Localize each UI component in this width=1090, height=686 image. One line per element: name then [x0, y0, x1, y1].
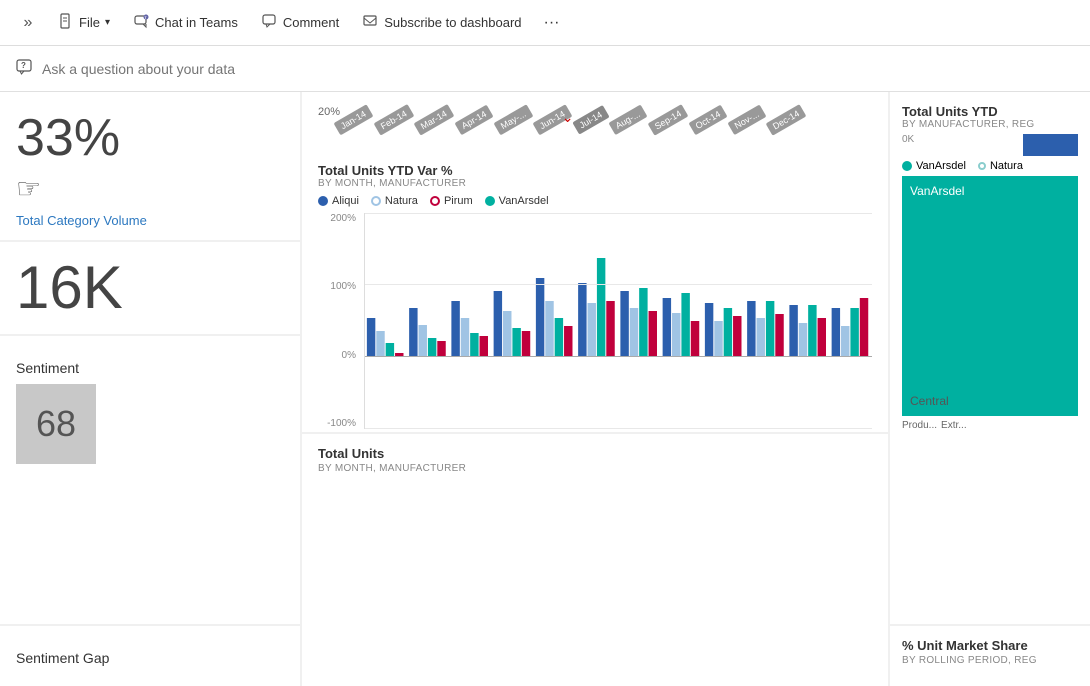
ok-label: 0K — [902, 134, 914, 145]
file-button[interactable]: File ▾ — [48, 7, 120, 38]
qa-input[interactable] — [42, 61, 1074, 77]
aliqui-label: Aliqui — [332, 195, 359, 207]
total-units-tile[interactable]: Total Units BY MONTH, MANUFACTURER — [302, 434, 888, 686]
subscribe-icon — [363, 13, 379, 32]
cursor-marker: ⌄ — [562, 109, 574, 126]
sentiment-box: 68 — [16, 384, 96, 464]
total-category-volume-value: 33% — [16, 112, 120, 164]
month-chip-oct[interactable]: Oct-14 — [688, 105, 727, 136]
bars-svg — [365, 213, 872, 429]
subscribe-button[interactable]: Subscribe to dashboard — [353, 7, 531, 38]
natura-dot — [371, 196, 381, 206]
month-chip-mar[interactable]: Mar-14 — [414, 104, 454, 135]
legend-aliqui: Aliqui — [318, 195, 359, 207]
month-chip-sep[interactable]: Sep-14 — [647, 104, 688, 136]
sentiment-value: 68 — [36, 403, 76, 445]
month-chip-jul[interactable]: Jul-14 — [572, 105, 609, 134]
legend-natura: Natura — [371, 195, 418, 207]
y-label-neg100: -100% — [327, 418, 356, 429]
qa-bar: ? — [0, 46, 1090, 92]
pirum-dot — [430, 196, 440, 206]
bar-chart: 200% 100% 0% -100% — [318, 213, 872, 432]
right-legend: VanArsdel Natura — [902, 160, 1078, 172]
total-units-title: Total Units — [318, 446, 872, 461]
month-chip-apr[interactable]: Apr-14 — [454, 105, 493, 136]
sentiment-gap-tile[interactable]: Sentiment Gap — [0, 626, 300, 686]
chart-legend: Aliqui Natura Pirum VanArsdel — [318, 195, 872, 207]
sentiment-gap-label: Sentiment Gap — [16, 650, 284, 666]
month-chip-nov[interactable]: Nov-... — [727, 105, 766, 135]
y-label-0: 0% — [342, 350, 356, 361]
cursor-icon: ☞ — [16, 172, 120, 205]
total-category-volume-tile[interactable]: 33% ☞ Total Category Volume — [0, 92, 300, 240]
comment-icon — [262, 13, 278, 32]
produ-label: Produ... — [902, 420, 937, 431]
product-labels: Produ... Extr... — [902, 420, 1078, 431]
teams-icon: T — [134, 13, 150, 32]
blue-bar — [1023, 134, 1078, 156]
y-label-200: 200% — [330, 213, 356, 224]
file-icon — [58, 13, 74, 32]
aliqui-dot — [318, 196, 328, 206]
dashboard: 33% ☞ Total Category Volume 16K Sentimen… — [0, 92, 1090, 686]
vanarsdel-dot — [485, 196, 495, 206]
right-natura-dot — [978, 162, 986, 170]
chat-in-teams-label: Chat in Teams — [155, 15, 238, 30]
right-legend-natura: Natura — [978, 160, 1023, 172]
sentiment-label: Sentiment — [16, 360, 284, 376]
total-units-ytd-tile[interactable]: Total Units YTD BY MANUFACTURER, REG 0K … — [890, 92, 1090, 624]
right-panel: Total Units YTD BY MANUFACTURER, REG 0K … — [890, 92, 1090, 686]
central-bar-label: Central — [910, 394, 949, 408]
big-number-tile[interactable]: 16K — [0, 242, 300, 334]
units-ytd-var-title: Total Units YTD Var % — [318, 163, 872, 178]
right-legend-vanarsdel: VanArsdel — [902, 160, 966, 172]
total-units-subtitle: BY MONTH, MANUFACTURER — [318, 463, 872, 474]
unit-market-share-subtitle: BY ROLLING PERIOD, REG — [902, 655, 1078, 666]
left-panel: 33% ☞ Total Category Volume 16K Sentimen… — [0, 92, 300, 686]
pct-label: 20% — [318, 106, 340, 118]
y-label-100: 100% — [330, 281, 356, 292]
vanarsdel-label: VanArsdel — [499, 195, 549, 207]
total-category-volume-title: Total Category Volume — [16, 213, 284, 228]
extr-label: Extr... — [941, 420, 967, 431]
file-chevron-icon: ▾ — [105, 17, 110, 28]
sentiment-tile[interactable]: Sentiment 68 — [0, 336, 300, 624]
right-vanarsdel-label: VanArsdel — [916, 160, 966, 172]
chat-in-teams-button[interactable]: T Chat in Teams — [124, 7, 248, 38]
expand-button[interactable]: » — [12, 7, 44, 39]
more-options-button[interactable]: ··· — [536, 8, 568, 38]
unit-market-share-tile[interactable]: % Unit Market Share BY ROLLING PERIOD, R… — [890, 626, 1090, 686]
big-number-value: 16K — [16, 258, 284, 318]
month-chip-may[interactable]: May-... — [493, 104, 532, 135]
vanarsdel-bar-label: VanArsdel — [910, 184, 964, 198]
month-chip-dec[interactable]: Dec-14 — [766, 104, 807, 136]
right-vanarsdel-dot — [902, 161, 912, 171]
legend-vanarsdel: VanArsdel — [485, 195, 549, 207]
units-ytd-var-subtitle: BY MONTH, MANUFACTURER — [318, 178, 872, 189]
total-units-ytd-subtitle: BY MANUFACTURER, REG — [902, 119, 1035, 130]
svg-text:?: ? — [21, 61, 26, 70]
total-units-ytd-title: Total Units YTD — [902, 104, 1035, 119]
month-chip-aug[interactable]: Aug-... — [609, 105, 648, 135]
units-ytd-var-tile[interactable]: 20% Jan-14 Feb-14 Mar-14 Apr-14 May-... … — [302, 92, 888, 432]
teal-chart-area: VanArsdel Central — [902, 176, 1078, 416]
legend-pirum: Pirum — [430, 195, 473, 207]
pirum-label: Pirum — [444, 195, 473, 207]
expand-icon: » — [24, 14, 33, 32]
more-icon: ··· — [544, 14, 560, 31]
qa-icon: ? — [16, 58, 34, 79]
unit-market-share-title: % Unit Market Share — [902, 638, 1078, 653]
file-label: File — [79, 15, 100, 30]
comment-label: Comment — [283, 15, 339, 30]
right-natura-label: Natura — [990, 160, 1023, 172]
center-panel: 20% Jan-14 Feb-14 Mar-14 Apr-14 May-... … — [302, 92, 888, 686]
natura-label: Natura — [385, 195, 418, 207]
subscribe-label: Subscribe to dashboard — [384, 15, 521, 30]
toolbar: » File ▾ T Chat in Teams — [0, 0, 1090, 46]
comment-button[interactable]: Comment — [252, 7, 349, 38]
month-chip-feb[interactable]: Feb-14 — [373, 104, 413, 135]
